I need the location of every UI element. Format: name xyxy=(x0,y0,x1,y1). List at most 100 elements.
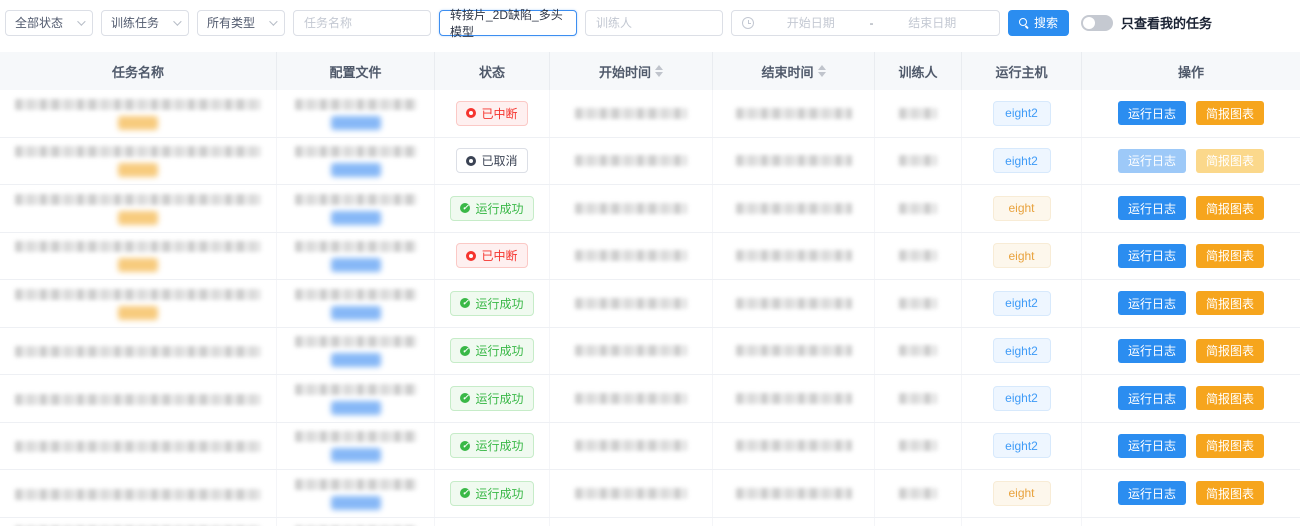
task-name-blurred xyxy=(15,441,261,452)
status-label: 运行成功 xyxy=(475,342,523,359)
host-cell: eight2 xyxy=(962,375,1082,422)
task-name-cell[interactable] xyxy=(0,423,277,470)
start-time-cell xyxy=(550,138,713,185)
config-file-cell[interactable] xyxy=(277,138,435,185)
config-file-cell[interactable] xyxy=(277,470,435,517)
status-cell: 已取消 xyxy=(435,138,550,185)
task-name-blurred xyxy=(15,346,261,357)
config-link-blurred[interactable] xyxy=(331,258,381,272)
config-file-cell[interactable] xyxy=(277,423,435,470)
host-tag: eight2 xyxy=(993,291,1051,316)
config-file-cell[interactable] xyxy=(277,375,435,422)
task-name-cell[interactable] xyxy=(0,470,277,517)
actions-cell: 运行日志 简报图表 xyxy=(1082,375,1300,422)
config-file-cell[interactable] xyxy=(277,90,435,137)
end-time-cell xyxy=(713,233,875,280)
config-link-blurred[interactable] xyxy=(331,211,381,225)
actions-cell: 运行日志 简报图表 xyxy=(1082,185,1300,232)
model-name-input[interactable]: 转接片_2D缺陷_多头模型 xyxy=(439,10,577,36)
task-tag-blurred xyxy=(118,116,158,130)
trainer-blurred xyxy=(899,250,937,261)
config-file-blurred xyxy=(295,99,417,110)
config-link-blurred[interactable] xyxy=(331,496,381,510)
my-tasks-toggle[interactable] xyxy=(1081,15,1113,31)
report-chart-button[interactable]: 简报图表 xyxy=(1196,244,1264,268)
config-file-cell[interactable] xyxy=(277,518,435,526)
task-name-cell[interactable] xyxy=(0,90,277,137)
config-link-blurred[interactable] xyxy=(331,353,381,367)
run-log-button[interactable]: 运行日志 xyxy=(1118,339,1186,363)
task-name-cell[interactable] xyxy=(0,375,277,422)
config-link-blurred[interactable] xyxy=(331,116,381,130)
task-type-filter-select[interactable]: 训练任务 xyxy=(101,10,189,36)
trainer-cell xyxy=(875,185,962,232)
report-chart-button[interactable]: 简报图表 xyxy=(1196,339,1264,363)
config-file-cell[interactable] xyxy=(277,185,435,232)
start-time-cell xyxy=(550,185,713,232)
task-name-cell[interactable] xyxy=(0,280,277,327)
config-file-blurred xyxy=(295,384,417,395)
report-chart-button[interactable]: 简报图表 xyxy=(1196,291,1264,315)
run-log-button[interactable]: 运行日志 xyxy=(1118,244,1186,268)
start-time-cell xyxy=(550,328,713,375)
status-filter-select[interactable]: 全部状态 xyxy=(5,10,93,36)
report-chart-button[interactable]: 简报图表 xyxy=(1196,386,1264,410)
filter-bar: 全部状态 训练任务 所有类型 任务名称 转接片_2D缺陷_多头模型 训练人 开始… xyxy=(0,0,1300,36)
status-badge: 运行成功 xyxy=(450,291,533,316)
status-icon xyxy=(460,298,470,308)
start-time-cell xyxy=(550,375,713,422)
task-name-blurred xyxy=(15,241,261,252)
task-name-cell[interactable] xyxy=(0,328,277,375)
config-file-cell[interactable] xyxy=(277,328,435,375)
task-name-blurred xyxy=(15,99,261,110)
task-tag-blurred xyxy=(118,258,158,272)
run-log-button[interactable]: 运行日志 xyxy=(1118,386,1186,410)
sort-icon[interactable] xyxy=(655,65,663,77)
column-header-status: 状态 xyxy=(435,52,550,90)
my-tasks-label: 只查看我的任务 xyxy=(1121,13,1212,32)
run-log-button[interactable]: 运行日志 xyxy=(1118,101,1186,125)
config-link-blurred[interactable] xyxy=(331,163,381,177)
report-chart-button[interactable]: 简报图表 xyxy=(1196,434,1264,458)
config-link-blurred[interactable] xyxy=(331,401,381,415)
sort-icon[interactable] xyxy=(818,65,826,77)
trainer-cell xyxy=(875,138,962,185)
search-button[interactable]: 搜索 xyxy=(1008,10,1069,36)
task-name-input[interactable]: 任务名称 xyxy=(293,10,431,36)
trainer-blurred xyxy=(899,108,937,119)
task-name-cell[interactable] xyxy=(0,233,277,280)
trainer-input[interactable]: 训练人 xyxy=(585,10,723,36)
column-header-start-time[interactable]: 开始时间 xyxy=(550,52,713,90)
task-name-cell[interactable] xyxy=(0,138,277,185)
report-chart-button[interactable]: 简报图表 xyxy=(1196,196,1264,220)
report-chart-button[interactable]: 简报图表 xyxy=(1196,101,1264,125)
status-icon xyxy=(460,203,470,213)
run-log-button[interactable]: 运行日志 xyxy=(1118,434,1186,458)
run-log-button[interactable]: 运行日志 xyxy=(1118,196,1186,220)
actions-cell: 运行日志 简报图表 xyxy=(1082,138,1300,185)
column-header-end-time[interactable]: 结束时间 xyxy=(713,52,875,90)
column-header-task-name: 任务名称 xyxy=(0,52,277,90)
end-date-placeholder: 结束日期 xyxy=(876,14,990,31)
task-name-cell[interactable] xyxy=(0,185,277,232)
run-log-button[interactable]: 运行日志 xyxy=(1118,291,1186,315)
config-link-blurred[interactable] xyxy=(331,306,381,320)
model-name-value: 转接片_2D缺陷_多头模型 xyxy=(450,6,566,40)
config-file-cell[interactable] xyxy=(277,233,435,280)
report-chart-button[interactable]: 简报图表 xyxy=(1196,481,1264,505)
run-log-button[interactable]: 运行日志 xyxy=(1118,481,1186,505)
task-tag-blurred xyxy=(118,163,158,177)
category-filter-select[interactable]: 所有类型 xyxy=(197,10,285,36)
config-file-cell[interactable] xyxy=(277,280,435,327)
start-time-blurred xyxy=(575,393,687,404)
date-range-picker[interactable]: 开始日期 - 结束日期 xyxy=(731,10,1000,36)
task-tag-blurred xyxy=(118,306,158,320)
start-date-placeholder: 开始日期 xyxy=(754,14,868,31)
chevron-down-icon xyxy=(173,17,181,25)
task-name-cell[interactable] xyxy=(0,518,277,526)
end-time-blurred xyxy=(736,393,852,404)
start-time-blurred xyxy=(575,488,687,499)
start-time-cell xyxy=(550,90,713,137)
config-link-blurred[interactable] xyxy=(331,448,381,462)
status-cell: 已中断 xyxy=(435,233,550,280)
